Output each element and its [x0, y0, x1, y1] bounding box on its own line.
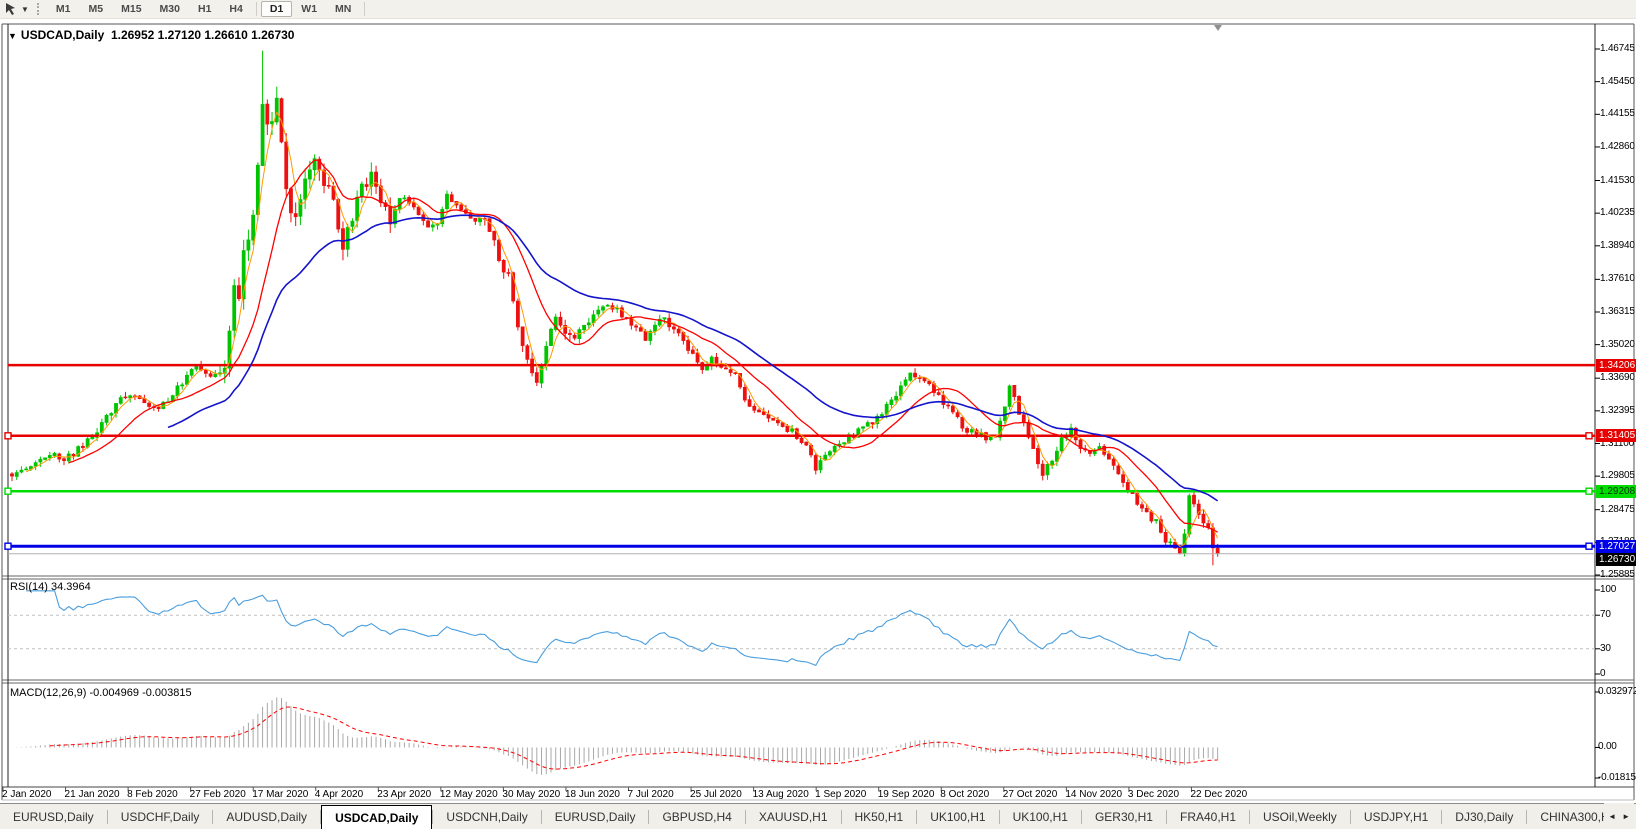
price-axis-tick: 1.38940 — [1600, 240, 1635, 251]
date-axis-label: 8 Oct 2020 — [940, 789, 989, 800]
price-axis-tick: 1.44155 — [1600, 108, 1635, 119]
price-axis-tick: 1.40235 — [1600, 207, 1635, 218]
date-axis-label: 19 Sep 2020 — [878, 789, 935, 800]
price-axis-tick: 1.29805 — [1600, 470, 1635, 481]
date-axis-label: 27 Oct 2020 — [1003, 789, 1057, 800]
tab-uk100-h1[interactable]: UK100,H1 — [1000, 804, 1081, 829]
chart-title-symbol: USDCAD,Daily — [21, 28, 104, 42]
chart-title: ▼ USDCAD,Daily 1.26952 1.27120 1.26610 1.… — [8, 28, 294, 42]
tab-audusd-daily[interactable]: AUDUSD,Daily — [213, 804, 320, 829]
price-axis-tick: 1.42860 — [1600, 141, 1635, 152]
tf-button-M5[interactable]: M5 — [80, 1, 113, 17]
macd-axis-tick: 0.032972 — [1598, 686, 1636, 697]
tab-scroll-right-icon[interactable]: ► — [1622, 812, 1630, 821]
tab-xauusd-h1[interactable]: XAUUSD,H1 — [746, 804, 841, 829]
tf-button-D1[interactable]: D1 — [261, 1, 292, 17]
level-price-label: 1.34206 — [1596, 359, 1636, 372]
date-axis-label: 30 May 2020 — [502, 789, 560, 800]
rsi-axis-tick: 0 — [1600, 668, 1605, 679]
tab-hk50-h1[interactable]: HK50,H1 — [842, 804, 917, 829]
level-price-label: 1.27027 — [1596, 540, 1636, 553]
current-price-label: 1.26730 — [1596, 553, 1636, 566]
tab-usoil-weekly[interactable]: USOil,Weekly — [1250, 804, 1350, 829]
date-axis-label: 3 Dec 2020 — [1128, 789, 1179, 800]
date-axis-label: 7 Jul 2020 — [628, 789, 674, 800]
tab-eurusd-daily[interactable]: EURUSD,Daily — [542, 804, 649, 829]
toolbar-grip[interactable] — [37, 3, 39, 15]
collapse-ohlc-icon[interactable]: ▼ — [8, 31, 17, 41]
rsi-axis-tick: 70 — [1600, 609, 1611, 620]
price-axis-tick: 1.28475 — [1600, 504, 1635, 515]
price-axis-tick: 1.41530 — [1600, 175, 1635, 186]
chart-tabs: EURUSD,DailyUSDCHF,DailyAUDUSD,DailyUSDC… — [0, 803, 1636, 829]
tf-button-M1[interactable]: M1 — [47, 1, 80, 17]
macd-label: MACD(12,26,9) -0.004969 -0.003815 — [10, 687, 192, 699]
date-axis-label: 8 Feb 2020 — [127, 789, 178, 800]
date-axis-label: 18 Jun 2020 — [565, 789, 620, 800]
tab-gbpusd-h4[interactable]: GBPUSD,H4 — [649, 804, 744, 829]
rsi-label: RSI(14) 34.3964 — [10, 581, 91, 593]
level-price-label: 1.31405 — [1596, 429, 1636, 442]
date-axis-label: 27 Feb 2020 — [190, 789, 246, 800]
tf-button-W1[interactable]: W1 — [292, 1, 326, 17]
tab-scroll-arrows: ◄ ► — [1604, 803, 1634, 829]
tab-dj30-daily[interactable]: DJ30,Daily — [1442, 804, 1526, 829]
price-axis-tick: 1.35020 — [1600, 339, 1635, 350]
tab-usdjpy-h1[interactable]: USDJPY,H1 — [1351, 804, 1441, 829]
date-axis-label: 22 Dec 2020 — [1190, 789, 1247, 800]
level-price-label: 1.29208 — [1596, 485, 1636, 498]
date-axis-label: 21 Jan 2020 — [65, 789, 120, 800]
tf-button-MN[interactable]: MN — [326, 1, 360, 17]
tab-ger30-h1[interactable]: GER30,H1 — [1082, 804, 1166, 829]
toolbar-separator — [256, 2, 257, 16]
tf-button-H4[interactable]: H4 — [220, 1, 251, 17]
macd-axis-tick: 0.00 — [1598, 741, 1617, 752]
tf-button-H1[interactable]: H1 — [189, 1, 220, 17]
price-axis-tick: 1.33690 — [1600, 372, 1635, 383]
date-axis-label: 25 Jul 2020 — [690, 789, 742, 800]
top-toolbar: ▼ M1M5M15M30H1H4 D1W1MN — [0, 0, 1636, 19]
tab-usdcnh-daily[interactable]: USDCNH,Daily — [433, 804, 540, 829]
timeframe-buttons: M1M5M15M30H1H4 D1W1MN — [47, 1, 369, 17]
date-axis-label: 13 Aug 2020 — [753, 789, 809, 800]
rsi-axis-tick: 30 — [1600, 643, 1611, 654]
price-axis-tick: 1.32395 — [1600, 405, 1635, 416]
tab-uk100-h1[interactable]: UK100,H1 — [917, 804, 998, 829]
tab-eurusd-daily[interactable]: EURUSD,Daily — [0, 804, 107, 829]
price-axis-tick: 1.36315 — [1600, 306, 1635, 317]
rsi-axis-tick: 100 — [1600, 584, 1616, 595]
price-axis-tick: 1.46745 — [1600, 43, 1635, 54]
price-axis-tick: 1.25885 — [1600, 569, 1635, 580]
date-axis-label: 14 Nov 2020 — [1065, 789, 1122, 800]
tf-button-M30[interactable]: M30 — [151, 1, 189, 17]
tf-button-M15[interactable]: M15 — [112, 1, 150, 17]
date-axis-label: 12 May 2020 — [440, 789, 498, 800]
date-axis-label: 2 Jan 2020 — [2, 789, 52, 800]
chart-title-ohlc: 1.26952 1.27120 1.26610 1.26730 — [111, 28, 295, 42]
date-axis-label: 23 Apr 2020 — [377, 789, 431, 800]
price-axis-tick: 1.45450 — [1600, 76, 1635, 87]
tab-scroll-left-icon[interactable]: ◄ — [1608, 812, 1616, 821]
dropdown-caret-icon[interactable]: ▼ — [21, 5, 29, 14]
macd-axis-tick: -0.018154 — [1598, 772, 1636, 783]
tab-fra40-h1[interactable]: FRA40,H1 — [1167, 804, 1249, 829]
tab-usdchf-daily[interactable]: USDCHF,Daily — [108, 804, 213, 829]
tab-usdcad-daily[interactable]: USDCAD,Daily — [321, 805, 432, 829]
date-axis-label: 1 Sep 2020 — [815, 789, 866, 800]
date-axis-label: 4 Apr 2020 — [315, 789, 363, 800]
chart-canvas[interactable] — [8, 24, 1595, 787]
price-axis-tick: 1.37610 — [1600, 273, 1635, 284]
date-axis-label: 17 Mar 2020 — [252, 789, 308, 800]
toolbar-separator — [364, 2, 365, 16]
cursor-tool-icon[interactable] — [3, 2, 19, 16]
